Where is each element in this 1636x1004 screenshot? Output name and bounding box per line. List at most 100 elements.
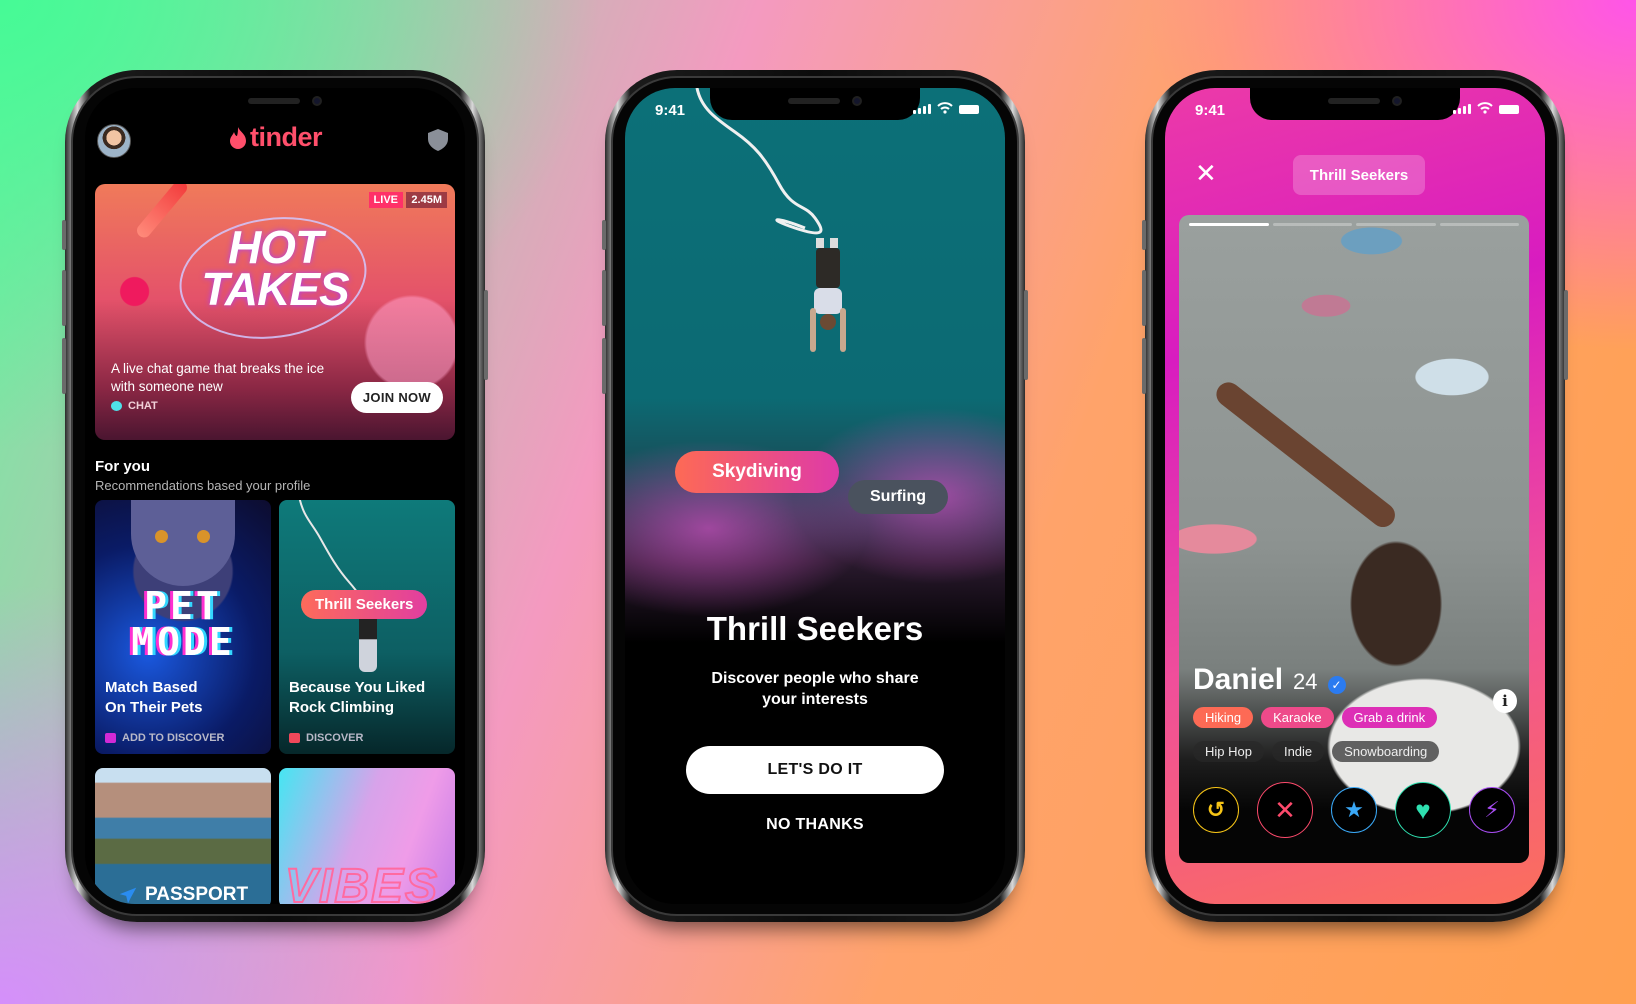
featured-hot-takes-card[interactable]: LIVE 2.45M HOT TAKES A live chat game th… <box>95 184 455 440</box>
notch <box>710 88 920 120</box>
featured-description: A live chat game that breaks the ice wit… <box>111 361 325 394</box>
interest-tag: Snowboarding <box>1332 741 1440 762</box>
category-label: CHAT <box>128 400 158 412</box>
featured-title: HOT TAKES <box>95 221 455 315</box>
volume-up-button <box>1142 270 1146 326</box>
no-thanks-button[interactable]: NO THANKS <box>625 816 1005 834</box>
signal-icon <box>1453 104 1471 114</box>
rewind-icon: ↺ <box>1206 797 1226 822</box>
like-icon: ♥ <box>1415 794 1431 825</box>
chat-icon <box>111 401 122 411</box>
mute-switch <box>1142 220 1146 250</box>
featured-category: CHAT <box>111 400 158 412</box>
wifi-icon <box>1477 102 1493 114</box>
art-line2: MODE <box>131 620 235 664</box>
volume-down-button <box>62 338 66 394</box>
card-title-line2: On Their Pets <box>105 699 203 716</box>
section-title: For you <box>95 458 150 475</box>
profile-photo-card[interactable]: Daniel 24 ✓ i Hiking Karaoke Grab a drink … <box>1179 215 1529 863</box>
jumper-image <box>359 612 377 672</box>
status-icons <box>1453 102 1519 114</box>
nope-button[interactable]: ✕ <box>1257 782 1313 838</box>
volume-down-button <box>1142 338 1146 394</box>
bungee-jumper-image <box>810 238 846 352</box>
card-footer: DISCOVER <box>289 732 363 744</box>
join-now-button[interactable]: JOIN NOW <box>350 382 443 413</box>
shared-interest-tag: Grab a drink <box>1341 707 1438 728</box>
passport-card[interactable]: PASSPORT <box>95 768 271 904</box>
boost-icon: ⚡ <box>1484 797 1500 822</box>
action-bar: ↺ ✕ ★ ♥ ⚡ <box>1193 782 1515 838</box>
add-to-discover-icon <box>105 733 116 743</box>
wifi-icon <box>937 102 953 114</box>
profile-age: 24 <box>1293 669 1318 694</box>
card-footer-label: DISCOVER <box>306 732 364 744</box>
phone-discover: tinder LIVE 2.45M HOT TAKES A live chat … <box>62 70 488 922</box>
other-interests: Hip Hop Indie Snowboarding <box>1193 741 1440 762</box>
cat-image <box>131 500 235 586</box>
info-icon[interactable]: i <box>1493 689 1517 713</box>
logo-text: tinder <box>249 122 323 152</box>
signal-icon <box>913 104 931 114</box>
power-button <box>1564 290 1568 380</box>
super-like-button[interactable]: ★ <box>1331 787 1377 833</box>
vibes-label: VIBES <box>284 859 440 904</box>
profile-avatar[interactable] <box>97 124 131 158</box>
flame-icon <box>229 126 246 149</box>
battery-icon <box>1499 105 1519 114</box>
featured-title-line1: HOT <box>227 221 323 273</box>
card-title: Because You Liked Rock Climbing <box>289 678 425 718</box>
screen: 9:41 Skydiving Surfing Thrill Seekers Di… <box>625 88 1005 904</box>
phone-onboarding: 9:41 Skydiving Surfing Thrill Seekers Di… <box>602 70 1028 922</box>
art-line1: PET <box>144 584 222 628</box>
section-subtitle: Recommendations based your profile <box>95 478 311 493</box>
tinder-logo: tinder <box>228 122 323 153</box>
mute-switch <box>62 220 66 250</box>
interest-tag: Hip Hop <box>1193 741 1264 762</box>
card-footer-label: ADD TO DISCOVER <box>122 732 225 744</box>
profile-name: Daniel <box>1193 663 1284 696</box>
notch <box>170 88 380 120</box>
rewind-button[interactable]: ↺ <box>1193 787 1239 833</box>
power-button <box>484 290 488 380</box>
vibes-card[interactable]: VIBES <box>279 768 455 904</box>
photo-progress <box>1189 223 1519 226</box>
mute-switch <box>602 220 606 250</box>
power-button <box>1024 290 1028 380</box>
live-badge: LIVE <box>368 192 403 208</box>
photo-progress-segment[interactable] <box>1189 223 1269 226</box>
status-icons <box>913 102 979 114</box>
status-time: 9:41 <box>655 102 686 119</box>
interest-pill-skydiving: Skydiving <box>675 451 839 493</box>
app-header: tinder <box>85 122 465 162</box>
thrill-seekers-card[interactable]: Thrill Seekers Because You Liked Rock Cl… <box>279 500 455 754</box>
card-footer: ADD TO DISCOVER <box>105 732 224 744</box>
close-icon[interactable]: ✕ <box>1195 160 1217 186</box>
interest-pill-surfing: Surfing <box>848 480 948 514</box>
thrill-seekers-pill: Thrill Seekers <box>301 590 428 619</box>
shared-interest-tag: Hiking <box>1193 707 1254 728</box>
volume-up-button <box>62 270 66 326</box>
card-title-line1: Match Based <box>105 679 198 696</box>
pet-mode-art-title: PET MODE <box>95 584 271 664</box>
featured-title-line2: TAKES <box>201 263 350 315</box>
status-time: 9:41 <box>1195 102 1226 119</box>
card-title: Match Based On Their Pets <box>105 678 203 718</box>
photo-progress-segment[interactable] <box>1439 223 1519 226</box>
pet-mode-card[interactable]: PET MODE Match Based On Their Pets ADD T… <box>95 500 271 754</box>
passport-label: PASSPORT <box>117 884 248 904</box>
notch <box>1250 88 1460 120</box>
lets-do-it-button[interactable]: LET'S DO IT <box>686 746 944 794</box>
shield-icon[interactable] <box>427 128 449 152</box>
photo-progress-segment[interactable] <box>1356 223 1436 226</box>
boost-button[interactable]: ⚡ <box>1469 787 1515 833</box>
shared-interest-tag: Karaoke <box>1261 707 1334 728</box>
card-title-line2: Rock Climbing <box>289 699 395 716</box>
shared-interests: Hiking Karaoke Grab a drink <box>1193 707 1438 728</box>
photo-progress-segment[interactable] <box>1272 223 1352 226</box>
phone-profile: 9:41 ✕ Thrill Seekers Daniel 24 ✓ i Hiki… <box>1142 70 1568 922</box>
like-button[interactable]: ♥ <box>1395 782 1451 838</box>
super-like-icon: ★ <box>1344 797 1364 822</box>
interest-tag: Indie <box>1271 741 1325 762</box>
plane-icon <box>119 887 137 904</box>
